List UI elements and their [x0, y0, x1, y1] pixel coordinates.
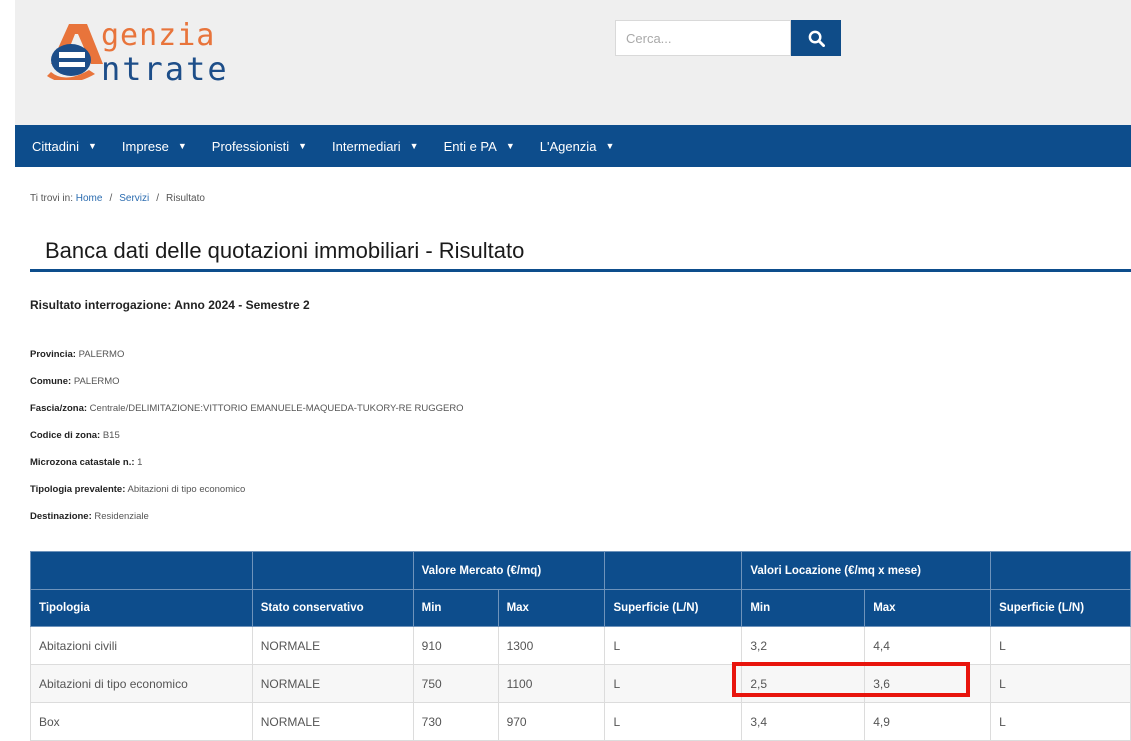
- caret-down-icon: ▼: [87, 141, 97, 151]
- cell-locazione-min: 3,2: [741, 626, 866, 665]
- main-nav: Cittadini ▼ Imprese ▼ Professionisti ▼ Inte…: [15, 125, 1131, 167]
- nav-item-enti-e-pa[interactable]: Enti e PA ▼: [444, 139, 515, 154]
- nav-item-intermediari[interactable]: Intermediari ▼: [332, 139, 419, 154]
- cell-superficie: L: [990, 626, 1131, 665]
- breadcrumb-current: Risultato: [166, 193, 205, 204]
- th-superficie-mercato: Superficie (L/N): [604, 589, 743, 627]
- info-microzona: Microzona catastale n.: 1: [30, 457, 143, 468]
- cell-mercato-min: 910: [412, 626, 499, 665]
- table-row: Box NORMALE 730 970 L 3,4 4,9 L: [30, 702, 1131, 741]
- cell-tipologia: Abitazioni civili: [30, 626, 253, 665]
- nav-item-lagenzia[interactable]: L'Agenzia ▼: [540, 139, 615, 154]
- info-comune: Comune: PALERMO: [30, 376, 120, 387]
- title-divider: [30, 269, 1131, 272]
- result-subtitle: Risultato interrogazione: Anno 2024 - Se…: [30, 298, 310, 312]
- cell-superficie: L: [604, 702, 743, 741]
- breadcrumb: Ti trovi in: Home / Servizi / Risultato: [30, 193, 205, 204]
- cell-stato: NORMALE: [251, 664, 414, 703]
- nav-label: Imprese: [121, 138, 169, 154]
- cell-superficie: L: [990, 702, 1131, 741]
- cell-tipologia: Abitazioni di tipo economico: [30, 664, 253, 703]
- nav-item-professionisti[interactable]: Professionisti ▼: [212, 139, 307, 154]
- caret-down-icon: ▼: [298, 141, 308, 151]
- search-form: [615, 20, 841, 58]
- th-empty: [30, 551, 253, 590]
- logo-mark-icon: [47, 24, 103, 80]
- th-empty: [990, 551, 1131, 590]
- cell-superficie: L: [604, 664, 743, 703]
- cell-mercato-max: 1300: [497, 626, 606, 665]
- cell-mercato-min: 730: [412, 702, 499, 741]
- th-valori-locazione: Valori Locazione (€/mq x mese): [741, 551, 992, 590]
- cell-tipologia: Box: [30, 702, 253, 741]
- breadcrumb-home-link[interactable]: Home: [76, 193, 103, 204]
- quotations-table: Valore Mercato (€/mq) Valori Locazione (…: [30, 551, 1131, 741]
- cell-locazione-min: 3,4: [741, 702, 866, 741]
- nav-label: Intermediari: [332, 138, 401, 154]
- agenzia-entrate-logo[interactable]: genzia ntrate: [45, 16, 275, 94]
- nav-label: L'Agenzia: [539, 138, 597, 154]
- caret-down-icon: ▼: [505, 141, 515, 151]
- cell-mercato-min: 750: [412, 664, 499, 703]
- caret-down-icon: ▼: [605, 141, 615, 151]
- th-superficie-locazione: Superficie (L/N): [990, 589, 1131, 627]
- cell-locazione-max: 4,9: [864, 702, 992, 741]
- search-icon: [808, 30, 825, 47]
- logo-text-ntrate: ntrate: [101, 50, 229, 88]
- nav-label: Enti e PA: [443, 138, 497, 154]
- search-input[interactable]: [615, 20, 791, 56]
- breadcrumb-services-link[interactable]: Servizi: [119, 193, 149, 204]
- cell-superficie: L: [990, 664, 1131, 703]
- page-title: Banca dati delle quotazioni immobiliari …: [45, 238, 525, 263]
- th-empty: [251, 551, 414, 590]
- cell-mercato-max: 970: [497, 702, 606, 741]
- cell-superficie: L: [604, 626, 743, 665]
- nav-label: Cittadini: [32, 138, 79, 154]
- caret-down-icon: ▼: [177, 141, 187, 151]
- caret-down-icon: ▼: [409, 141, 419, 151]
- th-tipologia: Tipologia: [30, 589, 253, 627]
- table-row: Abitazioni civili NORMALE 910 1300 L 3,2…: [30, 626, 1131, 665]
- cell-mercato-max: 1100: [497, 664, 606, 703]
- info-codice-zona: Codice di zona: B15: [30, 430, 120, 441]
- logo-text-genzia: genzia: [101, 18, 216, 53]
- th-valore-mercato: Valore Mercato (€/mq): [412, 551, 606, 590]
- search-button[interactable]: [791, 20, 841, 56]
- cell-stato: NORMALE: [251, 626, 414, 665]
- info-tipologia-prevalente: Tipologia prevalente: Abitazioni di tipo…: [30, 484, 246, 495]
- breadcrumb-prefix: Ti trovi in:: [30, 193, 73, 204]
- nav-item-cittadini[interactable]: Cittadini ▼: [32, 139, 97, 154]
- th-locazione-min: Min: [741, 589, 866, 627]
- cell-locazione-max: 4,4: [864, 626, 992, 665]
- nav-item-imprese[interactable]: Imprese ▼: [122, 139, 187, 154]
- highlight-box: [732, 662, 970, 697]
- th-empty: [604, 551, 743, 590]
- nav-label: Professionisti: [211, 138, 290, 154]
- cell-stato: NORMALE: [251, 702, 414, 741]
- th-locazione-max: Max: [864, 589, 992, 627]
- info-destinazione: Destinazione: Residenziale: [30, 511, 149, 522]
- th-mercato-max: Max: [497, 589, 606, 627]
- th-stato-conservativo: Stato conservativo: [251, 589, 414, 627]
- info-fascia-zona: Fascia/zona: Centrale/DELIMITAZIONE:VITT…: [30, 403, 464, 414]
- info-provincia: Provincia: PALERMO: [30, 349, 125, 360]
- site-header: genzia ntrate: [15, 0, 1131, 125]
- th-mercato-min: Min: [412, 589, 499, 627]
